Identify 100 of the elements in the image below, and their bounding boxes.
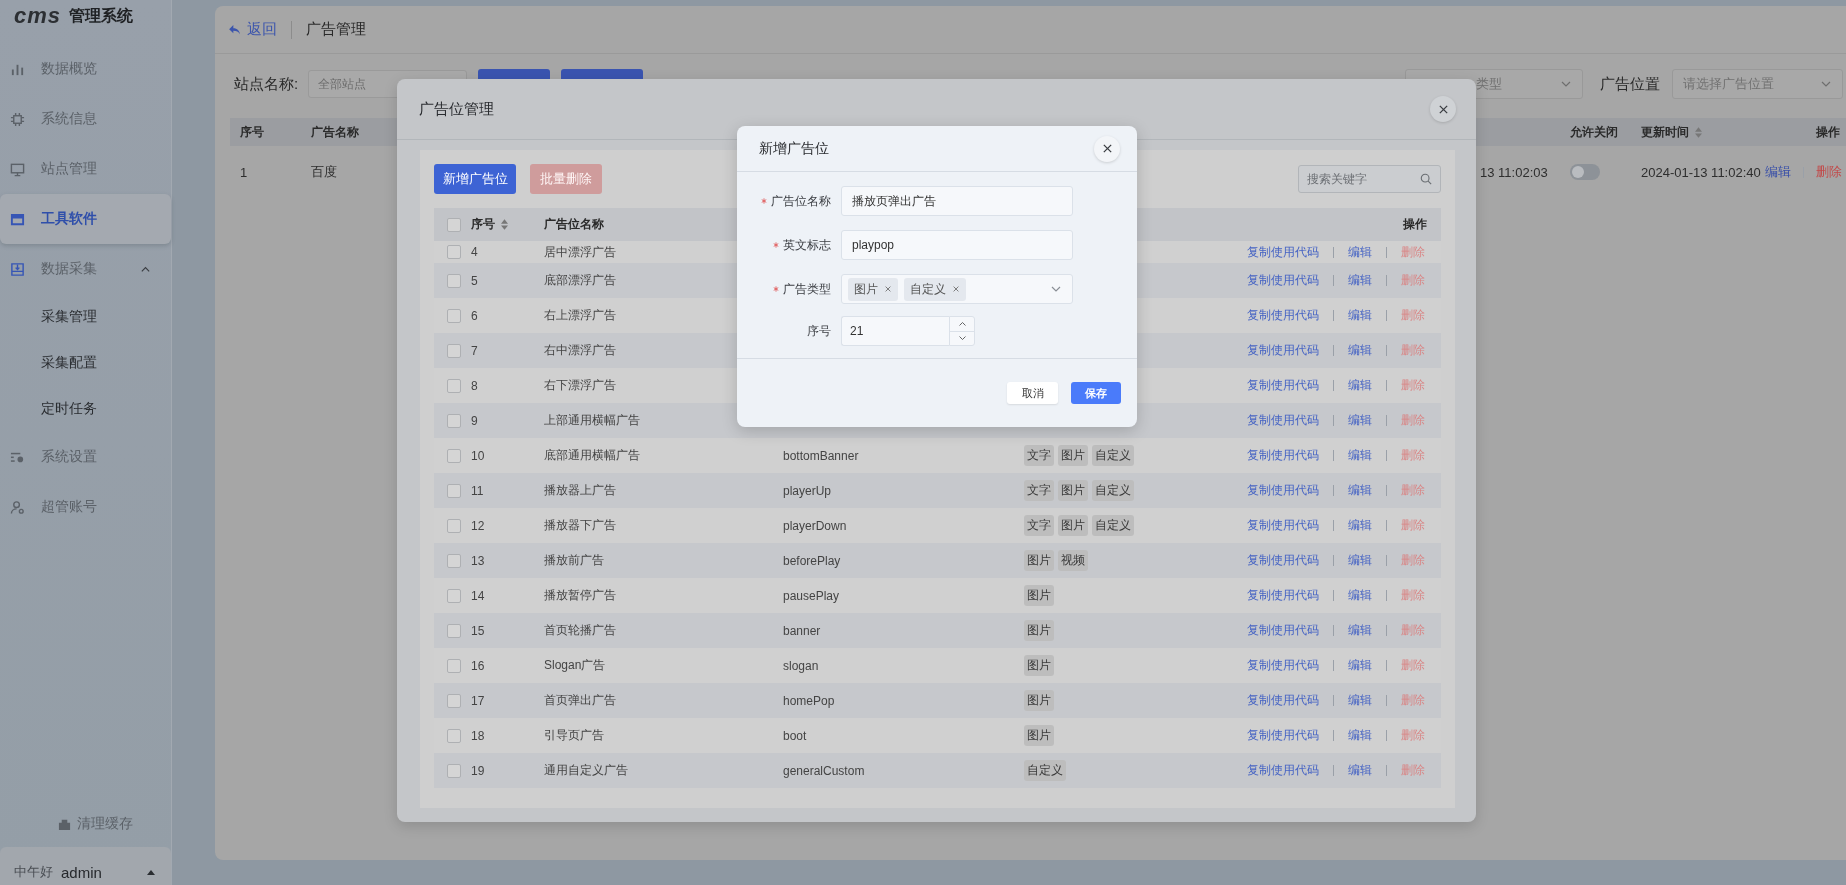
- number-field[interactable]: 21: [841, 316, 949, 346]
- checkbox[interactable]: [447, 763, 461, 778]
- checkbox[interactable]: [447, 623, 461, 638]
- copy-code-link[interactable]: 复制使用代码: [1247, 657, 1319, 674]
- edit-link[interactable]: 编辑: [1348, 727, 1372, 744]
- edit-link[interactable]: 编辑: [1348, 692, 1372, 709]
- save-button[interactable]: 保存: [1071, 382, 1121, 404]
- copy-code-link[interactable]: 复制使用代码: [1247, 517, 1319, 534]
- copy-code-link[interactable]: 复制使用代码: [1247, 272, 1319, 289]
- selected-tag[interactable]: 图片: [848, 277, 898, 301]
- checkbox[interactable]: [447, 483, 461, 498]
- checkbox[interactable]: [447, 658, 461, 673]
- input-field[interactable]: playpop: [841, 230, 1073, 260]
- checkbox[interactable]: [447, 273, 461, 288]
- delete-link[interactable]: 删除: [1401, 243, 1425, 261]
- edit-link[interactable]: 编辑: [1348, 482, 1372, 499]
- table-cell-text: 播放前广告: [544, 552, 605, 569]
- nav-item[interactable]: 工具软件: [0, 194, 171, 244]
- copy-code-link[interactable]: 复制使用代码: [1247, 762, 1319, 779]
- monitor-icon: [10, 161, 25, 177]
- user-icon: [10, 499, 25, 515]
- copy-code-link[interactable]: 复制使用代码: [1247, 727, 1319, 744]
- delete-link[interactable]: 删除: [1401, 587, 1425, 604]
- user-card[interactable]: 中午好 admin: [0, 847, 171, 885]
- nav-item[interactable]: 系统设置: [0, 432, 171, 482]
- table-cell-text: 8: [471, 378, 479, 393]
- edit-link[interactable]: 编辑: [1348, 412, 1372, 429]
- copy-code-link[interactable]: 复制使用代码: [1247, 587, 1319, 604]
- nav-item[interactable]: 系统信息: [0, 94, 171, 144]
- close-icon[interactable]: [884, 285, 892, 293]
- copy-code-link[interactable]: 复制使用代码: [1247, 552, 1319, 569]
- checkbox[interactable]: [447, 693, 461, 708]
- edit-link[interactable]: 编辑: [1348, 657, 1372, 674]
- copy-code-link[interactable]: 复制使用代码: [1247, 243, 1319, 261]
- edit-link[interactable]: 编辑: [1348, 377, 1372, 394]
- clear-cache-button[interactable]: 清理缓存: [38, 815, 133, 833]
- selected-tag[interactable]: 自定义: [904, 277, 966, 301]
- copy-code-link[interactable]: 复制使用代码: [1247, 377, 1319, 394]
- checkbox[interactable]: [447, 588, 461, 603]
- delete-link[interactable]: 删除: [1401, 517, 1425, 534]
- checkbox[interactable]: [447, 217, 461, 232]
- sort-icon[interactable]: [501, 219, 508, 230]
- nav-subitem[interactable]: 采集配置: [0, 340, 171, 386]
- nav-item[interactable]: 超管账号: [0, 482, 171, 532]
- nav-item[interactable]: 站点管理: [0, 144, 171, 194]
- type-tag: 图片: [1024, 655, 1054, 676]
- type-select[interactable]: 图片 自定义: [841, 274, 1073, 304]
- edit-link[interactable]: 编辑: [1348, 517, 1372, 534]
- table-cell: 百度: [311, 163, 337, 181]
- checkbox[interactable]: [447, 308, 461, 323]
- copy-code-link[interactable]: 复制使用代码: [1247, 447, 1319, 464]
- checkbox[interactable]: [447, 413, 461, 428]
- input-field[interactable]: 播放页弹出广告: [841, 186, 1073, 216]
- checkbox[interactable]: [447, 343, 461, 358]
- checkbox[interactable]: [447, 553, 461, 568]
- edit-link[interactable]: 编辑: [1348, 447, 1372, 464]
- back-link[interactable]: 返回: [229, 20, 277, 39]
- edit-link[interactable]: 编辑: [1765, 163, 1791, 181]
- nav-subitem[interactable]: 采集管理: [0, 294, 171, 340]
- edit-link[interactable]: 编辑: [1348, 552, 1372, 569]
- copy-code-link[interactable]: 复制使用代码: [1247, 482, 1319, 499]
- toggle-switch[interactable]: [1570, 164, 1600, 180]
- copy-code-link[interactable]: 复制使用代码: [1247, 307, 1319, 324]
- copy-code-link[interactable]: 复制使用代码: [1247, 412, 1319, 429]
- nav-item[interactable]: 数据采集: [0, 244, 171, 294]
- close-button[interactable]: [1430, 96, 1456, 122]
- checkbox[interactable]: [447, 518, 461, 533]
- checkbox[interactable]: [447, 245, 461, 259]
- edit-link[interactable]: 编辑: [1348, 272, 1372, 289]
- delete-link[interactable]: 删除: [1401, 377, 1425, 394]
- checkbox[interactable]: [447, 378, 461, 393]
- close-button[interactable]: [1094, 135, 1120, 162]
- delete-link[interactable]: 删除: [1401, 307, 1425, 324]
- nav-item[interactable]: 数据概览: [0, 44, 171, 94]
- delete-link[interactable]: 删除: [1401, 447, 1425, 464]
- checkbox[interactable]: [447, 728, 461, 743]
- checkbox[interactable]: [447, 448, 461, 463]
- edit-link[interactable]: 编辑: [1348, 762, 1372, 779]
- copy-code-link[interactable]: 复制使用代码: [1247, 342, 1319, 359]
- edit-link[interactable]: 编辑: [1348, 342, 1372, 359]
- edit-link[interactable]: 编辑: [1348, 587, 1372, 604]
- cancel-button[interactable]: 取消: [1007, 382, 1058, 404]
- delete-link[interactable]: 删除: [1401, 657, 1425, 674]
- delete-link[interactable]: 删除: [1401, 727, 1425, 744]
- sort-icon[interactable]: [1695, 126, 1702, 138]
- delete-link[interactable]: 删除: [1816, 163, 1842, 181]
- edit-link[interactable]: 编辑: [1348, 243, 1372, 261]
- nav-subitem[interactable]: 定时任务: [0, 386, 171, 432]
- search-field[interactable]: 搜索关键字: [1298, 165, 1441, 193]
- search-icon[interactable]: [1420, 173, 1432, 185]
- type-tag: 图片: [1058, 515, 1088, 536]
- add-button[interactable]: 新增广告位: [434, 164, 516, 194]
- type-tag: 图片: [1024, 620, 1054, 641]
- edit-link[interactable]: 编辑: [1348, 622, 1372, 639]
- table-cell-text: 右中漂浮广告: [544, 342, 617, 359]
- edit-link[interactable]: 编辑: [1348, 307, 1372, 324]
- close-icon[interactable]: [952, 285, 960, 293]
- copy-code-link[interactable]: 复制使用代码: [1247, 622, 1319, 639]
- copy-code-link[interactable]: 复制使用代码: [1247, 692, 1319, 709]
- table-cell-text: 13: [471, 553, 486, 568]
